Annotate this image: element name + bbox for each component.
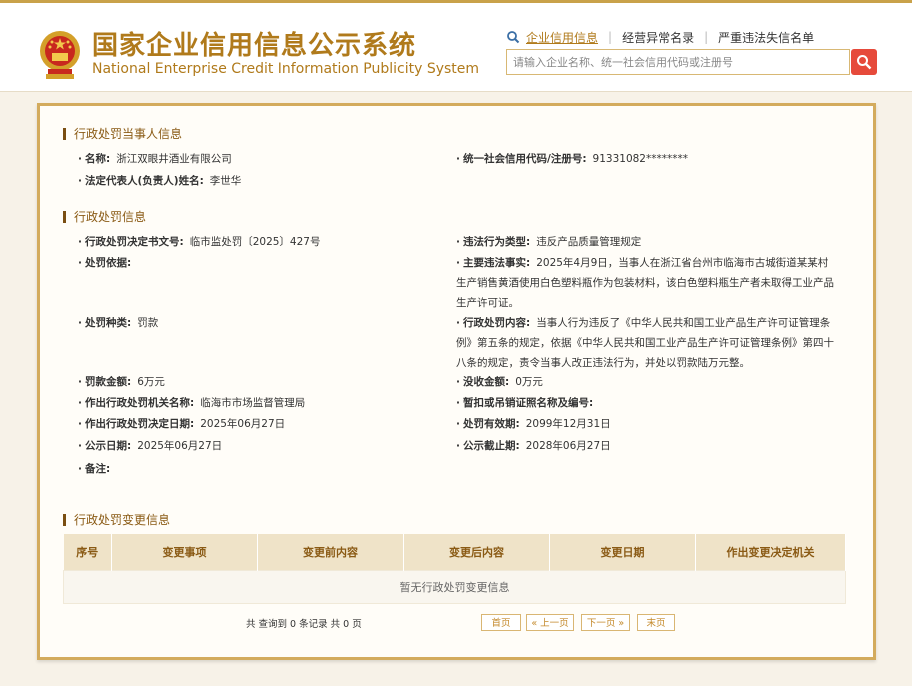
section-change-info: 行政处罚变更信息 bbox=[63, 511, 170, 528]
site-title-chinese: 国家企业信用信息公示系统 bbox=[92, 31, 417, 61]
field-main-facts: · 主要违法事实: 2025年4月9日，当事人在浙江省台州市临海市古城街道某某村生产… bbox=[456, 257, 834, 309]
field-value: 2025年06月27日 bbox=[200, 418, 286, 430]
field-label: 法定代表人(负责人)姓名: bbox=[85, 175, 204, 187]
field-valid-until: · 处罚有效期: 2099年12月31日 bbox=[456, 418, 611, 430]
field-penalty-basis: · 处罚依据: bbox=[78, 257, 132, 269]
field-value: 罚款 bbox=[137, 317, 159, 329]
field-legal-representative: · 法定代表人(负责人)姓名: 李世华 bbox=[78, 175, 242, 187]
national-emblem-icon bbox=[40, 31, 80, 79]
field-value: 浙江双眼井酒业有限公司 bbox=[116, 153, 232, 165]
field-label: 暂扣或吊销证照名称及编号: bbox=[463, 397, 594, 409]
field-label: 公示截止期: bbox=[463, 440, 520, 452]
field-label: 罚款金额: bbox=[85, 376, 132, 388]
field-value: 违反产品质量管理规定 bbox=[536, 236, 642, 248]
field-value: 6万元 bbox=[137, 376, 165, 388]
search-button[interactable] bbox=[851, 49, 877, 75]
field-value: 临市监处罚〔2025〕427号 bbox=[189, 236, 321, 248]
section-marker bbox=[63, 127, 66, 140]
field-name: · 名称: 浙江双眼井酒业有限公司 bbox=[78, 153, 232, 165]
field-label: 处罚种类: bbox=[85, 317, 132, 329]
pager-prev-button[interactable]: « 上一页 bbox=[526, 614, 574, 631]
field-decision-number: · 行政处罚决定书文号: 临市监处罚〔2025〕427号 bbox=[78, 236, 321, 248]
detail-panel: 行政处罚当事人信息 · 名称: 浙江双眼井酒业有限公司 · 统一社会信用代码/注册号:… bbox=[37, 103, 876, 660]
field-label: 作出行政处罚机关名称: bbox=[85, 397, 195, 409]
field-label: 行政处罚内容: bbox=[463, 317, 531, 329]
search-input[interactable] bbox=[507, 50, 849, 74]
table-row: 暂无行政处罚变更信息 bbox=[63, 570, 846, 604]
empty-table-message: 暂无行政处罚变更信息 bbox=[63, 570, 846, 604]
site-title-english: National Enterprise Credit Information P… bbox=[92, 61, 480, 77]
nav-separator: | bbox=[608, 30, 613, 44]
field-label: 备注: bbox=[85, 463, 111, 475]
field-value: 2099年12月31日 bbox=[525, 418, 611, 430]
section-title: 行政处罚信息 bbox=[74, 210, 147, 224]
field-label: 处罚有效期: bbox=[463, 418, 520, 430]
site-header: 国家企业信用信息公示系统 National Enterprise Credit … bbox=[0, 3, 912, 92]
pager-last-button[interactable]: 末页 bbox=[637, 614, 675, 631]
field-fine-amount: · 罚款金额: 6万元 bbox=[78, 376, 165, 388]
nav-serious-violation-list[interactable]: 严重违法失信名单 bbox=[718, 29, 814, 46]
section-party-info: 行政处罚当事人信息 bbox=[63, 125, 182, 142]
search-icon bbox=[857, 55, 872, 70]
field-credit-code: · 统一社会信用代码/注册号: 91331082******** bbox=[456, 153, 688, 165]
section-penalty-info: 行政处罚信息 bbox=[63, 208, 146, 225]
field-violation-type: · 违法行为类型: 违反产品质量管理规定 bbox=[456, 236, 642, 248]
field-label: 作出行政处罚决定日期: bbox=[85, 418, 195, 430]
field-label: 处罚依据: bbox=[85, 257, 132, 269]
pager-summary: 共 查询到 0 条记录 共 0 页 bbox=[246, 619, 362, 630]
field-value: 0万元 bbox=[515, 376, 543, 388]
column-header: 变更事项 bbox=[111, 534, 258, 571]
field-value: 临海市市场监督管理局 bbox=[200, 397, 306, 409]
field-label: 没收金额: bbox=[463, 376, 510, 388]
field-label: 公示日期: bbox=[85, 440, 132, 452]
column-header: 变更日期 bbox=[549, 534, 696, 571]
field-penalty-content: · 行政处罚内容: 当事人行为违反了《中华人民共和国工业产品生产许可证管理条例》第五… bbox=[456, 317, 834, 369]
nav-separator: | bbox=[704, 30, 709, 44]
search-box bbox=[506, 49, 850, 75]
nav-enterprise-credit[interactable]: 企业信用信息 bbox=[526, 29, 598, 46]
field-confiscation-amount: · 没收金额: 0万元 bbox=[456, 376, 543, 388]
nav-abnormal-list[interactable]: 经营异常名录 bbox=[622, 29, 694, 46]
section-marker bbox=[63, 210, 66, 223]
section-title: 行政处罚变更信息 bbox=[74, 513, 171, 527]
pager-first-button[interactable]: 首页 bbox=[481, 614, 521, 631]
field-value: 2025年06月27日 bbox=[137, 440, 223, 452]
field-publish-end-date: · 公示截止期: 2028年06月27日 bbox=[456, 440, 611, 452]
pager-next-button[interactable]: 下一页 » bbox=[581, 614, 630, 631]
field-publish-date: · 公示日期: 2025年06月27日 bbox=[78, 440, 223, 452]
field-remark: · 备注: bbox=[78, 463, 111, 475]
field-label: 统一社会信用代码/注册号: bbox=[463, 153, 587, 165]
column-header: 序号 bbox=[63, 534, 112, 571]
field-value: 李世华 bbox=[209, 175, 242, 187]
field-label: 行政处罚决定书文号: bbox=[85, 236, 184, 248]
column-header: 变更后内容 bbox=[403, 534, 550, 571]
section-title: 行政处罚当事人信息 bbox=[74, 127, 183, 141]
column-header: 变更前内容 bbox=[257, 534, 404, 571]
table-header-row: 序号 变更事项 变更前内容 变更后内容 变更日期 作出变更决定机关 bbox=[63, 534, 846, 571]
field-decision-date: · 作出行政处罚决定日期: 2025年06月27日 bbox=[78, 418, 286, 430]
change-table: 序号 变更事项 变更前内容 变更后内容 变更日期 作出变更决定机关 暂无行政处罚… bbox=[63, 534, 846, 604]
column-header: 作出变更决定机关 bbox=[695, 534, 846, 571]
field-value: 2028年06月27日 bbox=[525, 440, 611, 452]
top-nav: 企业信用信息 | 经营异常名录 | 严重违法失信名单 bbox=[506, 29, 814, 45]
search-icon bbox=[507, 31, 520, 44]
field-label: 主要违法事实: bbox=[463, 257, 531, 269]
field-penalty-kind: · 处罚种类: 罚款 bbox=[78, 317, 159, 329]
field-value: 91331082******** bbox=[592, 153, 688, 165]
section-marker bbox=[63, 513, 66, 526]
field-license: · 暂扣或吊销证照名称及编号: bbox=[456, 397, 594, 409]
field-label: 违法行为类型: bbox=[463, 236, 531, 248]
field-authority: · 作出行政处罚机关名称: 临海市市场监督管理局 bbox=[78, 397, 306, 409]
field-label: 名称: bbox=[85, 153, 111, 165]
